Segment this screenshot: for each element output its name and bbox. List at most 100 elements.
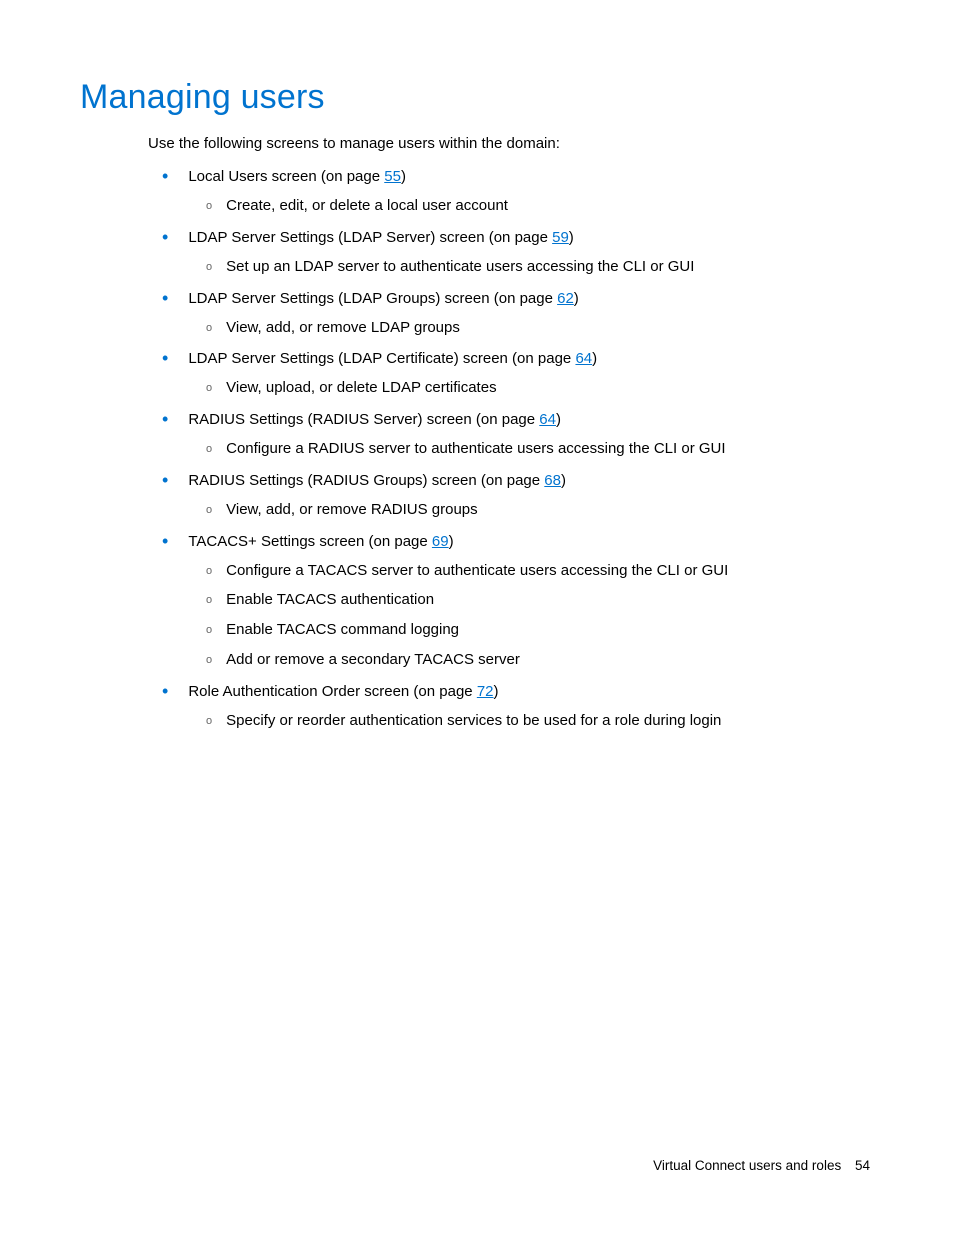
sub-list-item: o Create, edit, or delete a local user ac…: [206, 195, 874, 217]
list-item: • LDAP Server Settings (LDAP Groups) scre…: [162, 288, 874, 339]
bullet-suffix: ): [556, 411, 561, 428]
page-link[interactable]: 69: [432, 533, 449, 550]
bullet-text: LDAP Server Settings (LDAP Server) scree…: [188, 227, 573, 248]
circle-icon: o: [206, 653, 212, 669]
bullet-row: • TACACS+ Settings screen (on page 69): [162, 531, 874, 552]
bullet-row: • LDAP Server Settings (LDAP Certificate)…: [162, 348, 874, 369]
bullet-prefix: TACACS+ Settings screen (on page: [188, 533, 432, 550]
bullet-prefix: LDAP Server Settings (LDAP Server) scree…: [188, 229, 552, 246]
page-link[interactable]: 55: [384, 168, 401, 185]
sub-list-item: o View, add, or remove RADIUS groups: [206, 499, 874, 521]
circle-icon: o: [206, 593, 212, 609]
sub-text: Set up an LDAP server to authenticate us…: [226, 256, 694, 278]
circle-icon: o: [206, 260, 212, 276]
circle-icon: o: [206, 381, 212, 397]
bullet-prefix: RADIUS Settings (RADIUS Groups) screen (…: [188, 472, 544, 489]
bullet-text: RADIUS Settings (RADIUS Server) screen (…: [188, 409, 561, 430]
bullet-suffix: ): [494, 683, 499, 700]
bullet-row: • LDAP Server Settings (LDAP Groups) scre…: [162, 288, 874, 309]
list-item: • RADIUS Settings (RADIUS Groups) screen …: [162, 470, 874, 521]
bullet-icon: •: [162, 471, 168, 489]
page-footer: Virtual Connect users and roles 54: [653, 1158, 870, 1173]
circle-icon: o: [206, 564, 212, 580]
footer-page-number: 54: [855, 1158, 870, 1173]
page-link[interactable]: 59: [552, 229, 569, 246]
bullet-row: • RADIUS Settings (RADIUS Server) screen …: [162, 409, 874, 430]
sub-text: Enable TACACS command logging: [226, 619, 459, 641]
bullet-icon: •: [162, 228, 168, 246]
page-link[interactable]: 64: [539, 411, 556, 428]
sub-list-item: o Enable TACACS command logging: [206, 619, 874, 641]
sub-list: o View, add, or remove LDAP groups: [206, 317, 874, 339]
page-link[interactable]: 68: [544, 472, 561, 489]
bullet-row: • RADIUS Settings (RADIUS Groups) screen …: [162, 470, 874, 491]
bullet-icon: •: [162, 410, 168, 428]
sub-list: o Set up an LDAP server to authenticate u…: [206, 256, 874, 278]
sub-text: Configure a TACACS server to authenticat…: [226, 560, 728, 582]
circle-icon: o: [206, 714, 212, 730]
bullet-text: LDAP Server Settings (LDAP Groups) scree…: [188, 288, 578, 309]
bullet-prefix: Local Users screen (on page: [188, 168, 384, 185]
bullet-prefix: Role Authentication Order screen (on pag…: [188, 683, 477, 700]
sub-text: View, add, or remove LDAP groups: [226, 317, 460, 339]
sub-text: View, add, or remove RADIUS groups: [226, 499, 478, 521]
bullet-icon: •: [162, 532, 168, 550]
bullet-prefix: RADIUS Settings (RADIUS Server) screen (…: [188, 411, 539, 428]
page-link[interactable]: 62: [557, 290, 574, 307]
list-item: • RADIUS Settings (RADIUS Server) screen …: [162, 409, 874, 460]
circle-icon: o: [206, 442, 212, 458]
list-item: • LDAP Server Settings (LDAP Certificate)…: [162, 348, 874, 399]
bullet-text: TACACS+ Settings screen (on page 69): [188, 531, 453, 552]
sub-list: o View, add, or remove RADIUS groups: [206, 499, 874, 521]
circle-icon: o: [206, 321, 212, 337]
bullet-text: Role Authentication Order screen (on pag…: [188, 681, 498, 702]
bullet-text: Local Users screen (on page 55): [188, 166, 406, 187]
sub-list-item: o Set up an LDAP server to authenticate u…: [206, 256, 874, 278]
bullet-suffix: ): [401, 168, 406, 185]
circle-icon: o: [206, 199, 212, 215]
bullet-row: • LDAP Server Settings (LDAP Server) scre…: [162, 227, 874, 248]
bullet-icon: •: [162, 349, 168, 367]
sub-text: Add or remove a secondary TACACS server: [226, 649, 520, 671]
sub-list-item: o View, upload, or delete LDAP certificat…: [206, 377, 874, 399]
page-title: Managing users: [80, 78, 874, 117]
intro-text: Use the following screens to manage user…: [148, 135, 874, 152]
bullet-icon: •: [162, 289, 168, 307]
page-link[interactable]: 72: [477, 683, 494, 700]
bullet-suffix: ): [574, 290, 579, 307]
bullet-icon: •: [162, 167, 168, 185]
bullet-prefix: LDAP Server Settings (LDAP Certificate) …: [188, 350, 575, 367]
sub-list-item: o Add or remove a secondary TACACS server: [206, 649, 874, 671]
bullet-prefix: LDAP Server Settings (LDAP Groups) scree…: [188, 290, 557, 307]
sub-list-item: o View, add, or remove LDAP groups: [206, 317, 874, 339]
bullet-list: • Local Users screen (on page 55) o Create,…: [162, 166, 874, 731]
sub-list: o Create, edit, or delete a local user ac…: [206, 195, 874, 217]
list-item: • Role Authentication Order screen (on pa…: [162, 681, 874, 732]
bullet-row: • Role Authentication Order screen (on pa…: [162, 681, 874, 702]
sub-list: o View, upload, or delete LDAP certificat…: [206, 377, 874, 399]
list-item: • TACACS+ Settings screen (on page 69) o Co…: [162, 531, 874, 671]
sub-list: o Configure a TACACS server to authentica…: [206, 560, 874, 671]
bullet-row: • Local Users screen (on page 55): [162, 166, 874, 187]
sub-list: o Configure a RADIUS server to authentica…: [206, 438, 874, 460]
bullet-suffix: ): [561, 472, 566, 489]
circle-icon: o: [206, 623, 212, 639]
bullet-suffix: ): [592, 350, 597, 367]
list-item: • Local Users screen (on page 55) o Create,…: [162, 166, 874, 217]
page-link[interactable]: 64: [575, 350, 592, 367]
bullet-suffix: ): [449, 533, 454, 550]
bullet-suffix: ): [569, 229, 574, 246]
footer-label: Virtual Connect users and roles: [653, 1158, 841, 1173]
list-item: • LDAP Server Settings (LDAP Server) scre…: [162, 227, 874, 278]
document-page: Managing users Use the following screens…: [0, 0, 954, 1235]
circle-icon: o: [206, 503, 212, 519]
sub-text: View, upload, or delete LDAP certificate…: [226, 377, 496, 399]
sub-list-item: o Configure a RADIUS server to authentica…: [206, 438, 874, 460]
sub-text: Create, edit, or delete a local user acc…: [226, 195, 508, 217]
bullet-icon: •: [162, 682, 168, 700]
bullet-text: RADIUS Settings (RADIUS Groups) screen (…: [188, 470, 566, 491]
sub-list: oSpecify or reorder authentication servi…: [206, 710, 874, 732]
sub-list-item: o Configure a TACACS server to authentica…: [206, 560, 874, 582]
sub-text: Configure a RADIUS server to authenticat…: [226, 438, 725, 460]
sub-list-item: oSpecify or reorder authentication servi…: [206, 710, 874, 732]
